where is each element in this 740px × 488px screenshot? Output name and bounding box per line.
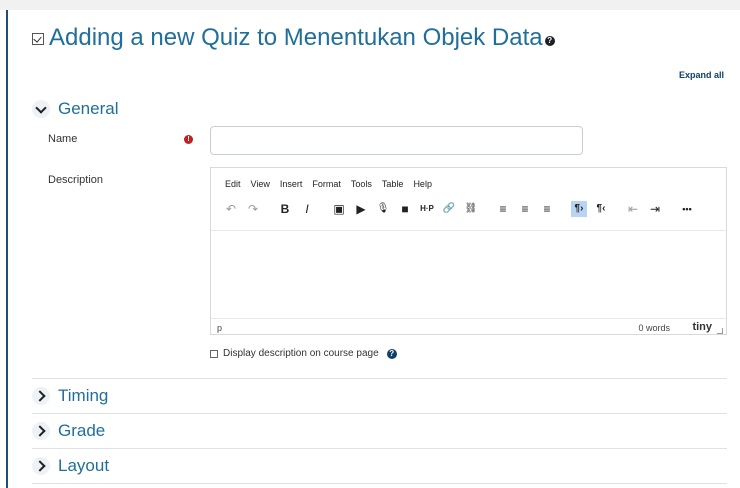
divider (32, 448, 727, 449)
display-description-checkbox[interactable] (210, 349, 218, 358)
media-icon[interactable]: ▶ (353, 201, 369, 217)
top-bar (0, 0, 740, 10)
word-count[interactable]: 0 words (638, 323, 670, 333)
align-left-icon[interactable]: ≡ (495, 201, 511, 217)
chevron-right-icon[interactable] (32, 422, 50, 440)
help-icon[interactable]: ? (386, 348, 397, 359)
left-border (6, 10, 8, 488)
resize-handle-icon[interactable] (717, 328, 723, 334)
bold-icon[interactable]: B (277, 201, 293, 217)
menu-tools[interactable]: Tools (351, 179, 372, 189)
menu-table[interactable]: Table (382, 179, 404, 189)
h5p-icon[interactable]: H·P (419, 201, 435, 217)
section-general-label[interactable]: General (58, 99, 118, 119)
name-input[interactable] (210, 126, 583, 155)
menu-help[interactable]: Help (413, 179, 432, 189)
undo-icon[interactable]: ↶ (223, 201, 239, 217)
tiny-logo[interactable]: tiny (692, 321, 712, 333)
expand-all-link[interactable]: Expand all (679, 70, 724, 80)
video-camera-icon[interactable]: ■ (397, 201, 413, 217)
description-label: Description (48, 174, 104, 186)
section-grade[interactable]: Grade (32, 421, 105, 441)
divider (32, 413, 727, 414)
microphone-icon[interactable]: 🎙 (375, 201, 391, 217)
chevron-right-icon[interactable] (32, 457, 50, 475)
editor-menubar: Edit View Insert Format Tools Table Help (225, 179, 442, 189)
menu-view[interactable]: View (251, 179, 270, 189)
display-description-option: Display description on course page ? (210, 348, 397, 359)
name-label: Name (48, 133, 78, 145)
section-layout-label[interactable]: Layout (58, 456, 109, 476)
quiz-icon (32, 33, 44, 45)
more-icon[interactable]: ••• (679, 201, 695, 217)
rtl-icon[interactable]: ¶‹ (593, 201, 609, 217)
link-icon[interactable]: 🔗 (441, 201, 457, 217)
help-icon[interactable]: ? (544, 36, 555, 46)
divider (32, 483, 727, 484)
menu-format[interactable]: Format (312, 179, 341, 189)
editor-content-area[interactable] (211, 230, 726, 316)
menu-edit[interactable]: Edit (225, 179, 241, 189)
indent-icon[interactable]: ⇥ (647, 201, 663, 217)
ltr-icon[interactable]: ¶› (571, 201, 587, 217)
align-center-icon[interactable]: ≡ (517, 201, 533, 217)
editor-statusbar: p 0 words tiny (211, 318, 726, 336)
element-path[interactable]: p (217, 323, 222, 333)
section-general[interactable]: General (32, 99, 118, 119)
unlink-icon[interactable]: ⛓ (463, 201, 479, 217)
page-header: Adding a new Quiz to Menentukan Objek Da… (32, 24, 555, 52)
section-grade-label[interactable]: Grade (58, 421, 105, 441)
section-timing[interactable]: Timing (32, 386, 108, 406)
section-layout[interactable]: Layout (32, 456, 109, 476)
section-timing-label[interactable]: Timing (58, 386, 108, 406)
required-icon: ! (184, 135, 193, 144)
chevron-right-icon[interactable] (32, 387, 50, 405)
menu-insert[interactable]: Insert (280, 179, 303, 189)
description-editor[interactable]: Edit View Insert Format Tools Table Help… (210, 167, 727, 335)
divider (32, 378, 727, 379)
redo-icon[interactable]: ↷ (245, 201, 261, 217)
italic-icon[interactable]: I (299, 201, 315, 217)
display-description-label[interactable]: Display description on course page (223, 348, 379, 359)
image-icon[interactable]: ▣ (331, 201, 347, 217)
chevron-down-icon[interactable] (32, 100, 50, 118)
editor-toolbar: ↶ ↷ B I ▣ ▶ 🎙 ■ H·P 🔗 ⛓ ≡ ≡ ≡ ¶› ¶‹ ⇤ ⇥ … (223, 201, 701, 217)
align-right-icon[interactable]: ≡ (539, 201, 555, 217)
page-title: Adding a new Quiz to Menentukan Objek Da… (49, 24, 543, 51)
outdent-icon[interactable]: ⇤ (625, 201, 641, 217)
